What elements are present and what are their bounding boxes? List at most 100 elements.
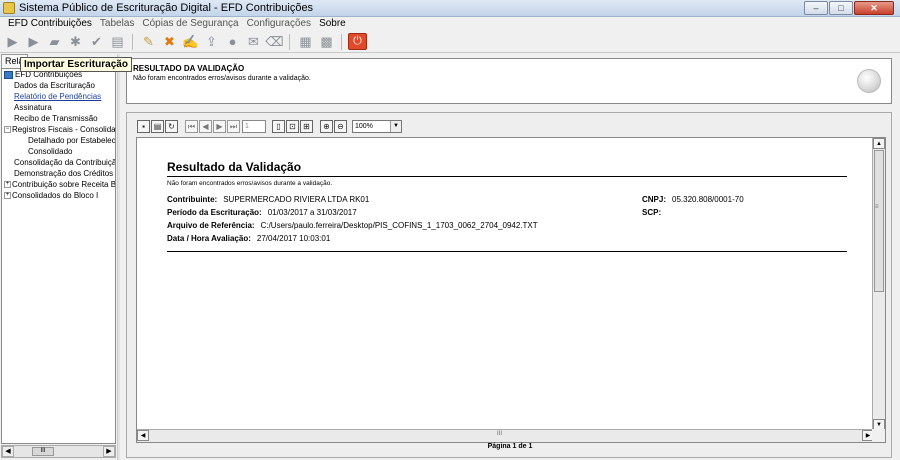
chevron-down-icon[interactable]: ▼ <box>390 120 401 132</box>
tree-item-registros-fiscais[interactable]: − Registros Fiscais - Consolidaçã <box>2 124 115 135</box>
left-horizontal-scrollbar[interactable]: ◀ III ▶ <box>1 445 116 458</box>
cnpj-row: CNPJ: 05.320.808/0001-70 <box>642 195 744 204</box>
print-icon[interactable]: ▤ <box>151 119 164 133</box>
tree-item-relatorio-pendencias[interactable]: Relatório de Pendências <box>2 91 115 102</box>
report-page: Resultado da Validação Não foram encontr… <box>167 160 847 252</box>
folder-icon <box>4 70 13 79</box>
validation-title: RESULTADO DA VALIDAÇÃO <box>133 64 245 73</box>
app-icon <box>3 2 15 14</box>
scroll-grip-icon: III <box>497 431 503 437</box>
scp-row: SCP: <box>642 208 662 217</box>
tree-item-contribuicao-receita[interactable]: + Contribuição sobre Receita Bru <box>2 179 115 190</box>
divider <box>167 251 847 252</box>
collapse-icon[interactable]: − <box>4 126 11 134</box>
toolbar-separator <box>132 33 136 50</box>
navigation-tree: EFD Contribuições Dados da Escrituração … <box>1 68 116 444</box>
scroll-corner <box>872 429 885 442</box>
previous-page-icon[interactable]: ◀ <box>199 119 212 133</box>
close-button[interactable]: ✕ <box>854 1 894 15</box>
fit-page-icon[interactable]: ⊡ <box>286 119 299 133</box>
settings-icon[interactable]: ✱ <box>66 33 85 50</box>
import-icon[interactable]: ▶ <box>24 33 43 50</box>
left-panel: Rela EFD Contribuições Dados da Escritur… <box>0 54 117 460</box>
report-title: Resultado da Validação <box>167 160 302 174</box>
report-page-area: Resultado da Validação Não foram encontr… <box>136 137 886 443</box>
scroll-left-arrow-icon[interactable]: ◀ <box>137 430 149 441</box>
toolbar-separator <box>289 33 293 50</box>
contribuinte-row: Contribuinte: SUPERMERCADO RIVIERA LTDA R… <box>167 195 370 204</box>
open-folder-icon[interactable]: ▰ <box>45 33 64 50</box>
tree-item-recibo[interactable]: Recibo de Transmissão <box>2 113 115 124</box>
divider <box>167 176 847 177</box>
clear-icon[interactable]: ⌫ <box>265 33 284 50</box>
actual-size-icon[interactable]: ▯ <box>272 119 285 133</box>
main-toolbar: ▶ ▶ ▰ ✱ ✔ ▤ ✎ ✖ ✍ ⇪ ● ✉ ⌫ ▦ ▩ ⏻ <box>0 31 900 53</box>
validation-message: Não foram encontrados erros/avisos duran… <box>133 75 311 82</box>
new-document-icon[interactable]: ▶ <box>3 33 22 50</box>
arquivo-row: Arquivo de Referência: C:/Users/paulo.fer… <box>167 221 538 230</box>
menu-copias-seguranca[interactable]: Cópias de Segurança <box>138 17 242 31</box>
scroll-up-arrow-icon[interactable]: ▲ <box>873 138 885 149</box>
scroll-thumb[interactable] <box>874 150 884 292</box>
next-page-icon[interactable]: ▶ <box>213 119 226 133</box>
restore-icon[interactable]: ▩ <box>317 33 336 50</box>
viewer-toolbar: ▪ ▤ ↻ ⏮ ◀ ▶ ⏭ 1 ▯ ⊡ ⊞ ⊕ ⊖ 100% ▼ <box>137 118 402 134</box>
exit-power-icon[interactable]: ⏻ <box>348 33 367 50</box>
toolbar-separator <box>341 33 345 50</box>
zoom-in-icon[interactable]: ⊕ <box>320 119 333 133</box>
validation-header: RESULTADO DA VALIDAÇÃO Não foram encontr… <box>126 58 892 104</box>
window-controls: – □ ✕ <box>803 1 894 15</box>
tooltip: Importar Escrituração <box>20 57 132 72</box>
first-page-icon[interactable]: ⏮ <box>185 119 198 133</box>
tree-item-consolidado[interactable]: Consolidado <box>2 146 115 157</box>
backup-icon[interactable]: ▦ <box>296 33 315 50</box>
page-number-input[interactable]: 1 <box>242 119 266 133</box>
expand-icon[interactable]: + <box>4 181 11 189</box>
tree-item-demonstracao[interactable]: Demonstração dos Créditos Ap <box>2 168 115 179</box>
print-icon[interactable]: ▤ <box>108 33 127 50</box>
globe-icon <box>857 69 881 93</box>
fit-width-icon[interactable]: ⊞ <box>300 119 313 133</box>
zoom-out-icon[interactable]: ⊖ <box>334 119 347 133</box>
scroll-grip-icon: ≡ <box>875 204 879 210</box>
zoom-value: 100% <box>355 122 373 130</box>
expand-icon[interactable]: + <box>4 192 11 200</box>
report-fields: Contribuinte: SUPERMERCADO RIVIERA LTDA R… <box>167 195 847 249</box>
report-viewer: ▪ ▤ ↻ ⏮ ◀ ▶ ⏭ 1 ▯ ⊡ ⊞ ⊕ ⊖ 100% ▼ Resulta… <box>126 112 892 458</box>
page-indicator: Página 1 de 1 <box>487 443 533 450</box>
title-bar: Sistema Público de Escrituração Digital … <box>0 0 900 17</box>
vertical-scrollbar[interactable]: ▲ ≡ ▼ <box>872 138 885 430</box>
data-hora-row: Data / Hora Avaliação: 27/04/2017 10:03:0… <box>167 234 331 243</box>
zoom-select[interactable]: 100% ▼ <box>352 119 402 133</box>
panel-splitter[interactable] <box>117 54 120 460</box>
globe-icon[interactable]: ● <box>223 33 242 50</box>
mail-icon[interactable]: ✉ <box>244 33 263 50</box>
scroll-thumb[interactable]: III <box>32 447 54 456</box>
tree-item-detalhado[interactable]: Detalhado por Estabelecime <box>2 135 115 146</box>
tree-item-dados[interactable]: Dados da Escrituração <box>2 80 115 91</box>
menu-sobre[interactable]: Sobre <box>315 17 350 31</box>
close-document-icon[interactable]: ✖ <box>160 33 179 50</box>
report-note: Não foram encontrados erros/avisos duran… <box>167 180 333 187</box>
scroll-right-arrow-icon[interactable]: ▶ <box>103 446 115 457</box>
horizontal-scrollbar[interactable]: ◀ III ▶ <box>137 429 874 442</box>
window-title: Sistema Público de Escrituração Digital … <box>19 2 314 14</box>
periodo-row: Período da Escrituração: 01/03/2017 a 31/… <box>167 208 357 217</box>
tree-item-bloco-i[interactable]: + Consolidados do Bloco I <box>2 190 115 201</box>
minimize-button[interactable]: – <box>804 1 828 15</box>
validate-check-icon[interactable]: ✔ <box>87 33 106 50</box>
maximize-button[interactable]: □ <box>829 1 853 15</box>
transmit-icon[interactable]: ⇪ <box>202 33 221 50</box>
save-icon[interactable]: ▪ <box>137 119 150 133</box>
menu-efd-contribuicoes[interactable]: EFD Contribuições <box>4 17 96 31</box>
scroll-left-arrow-icon[interactable]: ◀ <box>2 446 14 457</box>
menu-configuracoes[interactable]: Configurações <box>243 17 315 31</box>
sign-icon[interactable]: ✍ <box>181 33 200 50</box>
tree-item-consolidacao[interactable]: Consolidação da Contribuição d <box>2 157 115 168</box>
refresh-icon[interactable]: ↻ <box>165 119 178 133</box>
tree-item-assinatura[interactable]: Assinatura <box>2 102 115 113</box>
edit-document-icon[interactable]: ✎ <box>139 33 158 50</box>
menu-bar: EFD Contribuições Tabelas Cópias de Segu… <box>0 17 900 31</box>
menu-tabelas[interactable]: Tabelas <box>96 17 138 31</box>
last-page-icon[interactable]: ⏭ <box>227 119 240 133</box>
